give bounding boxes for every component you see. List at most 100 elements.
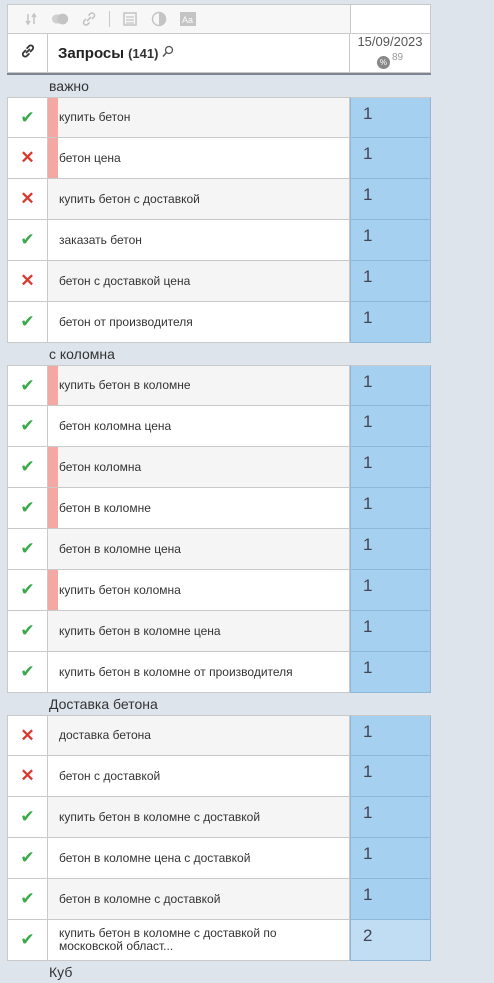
status-cell[interactable]: ✔ [7, 838, 48, 879]
status-cell[interactable]: ✔ [7, 220, 48, 261]
table-row[interactable]: ✔ купить бетон в коломне с доставкой 1 [7, 797, 431, 838]
table-row[interactable]: ✔ заказать бетон 1 [7, 220, 431, 261]
position-cell[interactable]: 1 [350, 365, 431, 406]
keyword-cell[interactable]: доставка бетона [48, 715, 350, 756]
status-cell[interactable]: ✔ [7, 529, 48, 570]
position-cell[interactable]: 1 [350, 488, 431, 529]
position-cell[interactable]: 1 [350, 570, 431, 611]
priority-marker [48, 447, 58, 487]
position-cell[interactable]: 1 [350, 302, 431, 343]
table-row[interactable]: ✔ бетон коломна цена 1 [7, 406, 431, 447]
keyword-cell[interactable]: бетон коломна цена [48, 406, 350, 447]
table-row[interactable]: ✕ бетон с доставкой цена 1 [7, 261, 431, 302]
keyword-cell[interactable]: бетон в коломне цена с доставкой [48, 838, 350, 879]
position-cell[interactable]: 2 [350, 920, 431, 961]
keyword-cell[interactable]: купить бетон в коломне от производителя [48, 652, 350, 693]
contrast-icon[interactable] [150, 10, 168, 28]
keyword-cell[interactable]: купить бетон с доставкой [48, 179, 350, 220]
position-cell[interactable]: 1 [350, 220, 431, 261]
keyword-cell[interactable]: бетон в коломне с доставкой [48, 879, 350, 920]
sort-icon[interactable] [22, 10, 40, 28]
priority-marker [48, 138, 58, 178]
position-cell[interactable]: 1 [350, 838, 431, 879]
date-column-header[interactable]: 15/09/2023 % 89 [350, 33, 431, 73]
table-row[interactable]: ✔ бетон в коломне с доставкой 1 [7, 879, 431, 920]
status-cell[interactable]: ✔ [7, 365, 48, 406]
keyword-cell[interactable]: купить бетон коломна [48, 570, 350, 611]
keyword-text: купить бетон [59, 110, 131, 124]
table-row[interactable]: ✕ бетон цена 1 [7, 138, 431, 179]
keyword-cell[interactable]: бетон с доставкой цена [48, 261, 350, 302]
check-icon: ✔ [20, 580, 35, 599]
status-cell[interactable]: ✔ [7, 488, 48, 529]
position-cell[interactable]: 1 [350, 715, 431, 756]
status-cell[interactable]: ✔ [7, 611, 48, 652]
status-cell[interactable]: ✔ [7, 879, 48, 920]
keyword-cell[interactable]: бетон коломна [48, 447, 350, 488]
link-column-header[interactable] [7, 33, 48, 73]
status-cell[interactable]: ✔ [7, 447, 48, 488]
list-icon[interactable] [121, 10, 139, 28]
status-cell[interactable]: ✔ [7, 797, 48, 838]
position-cell[interactable]: 1 [350, 179, 431, 220]
table-row[interactable]: ✔ купить бетон в коломне цена 1 [7, 611, 431, 652]
font-icon[interactable]: Aa [179, 10, 197, 28]
search-icon[interactable] [162, 45, 174, 61]
status-cell[interactable]: ✕ [7, 715, 48, 756]
keyword-cell[interactable]: бетон с доставкой [48, 756, 350, 797]
keyword-cell[interactable]: купить бетон в коломне [48, 365, 350, 406]
status-cell[interactable]: ✔ [7, 302, 48, 343]
position-cell[interactable]: 1 [350, 447, 431, 488]
keyword-text: бетон в коломне с доставкой [59, 891, 221, 906]
positions-table: Aa Запросы (141) 15/09/2023 % 89 важно ✔ к… [7, 4, 431, 983]
position-cell[interactable]: 1 [350, 611, 431, 652]
table-row[interactable]: ✔ бетон в коломне цена 1 [7, 529, 431, 570]
position-cell[interactable]: 1 [350, 529, 431, 570]
keyword-cell[interactable]: заказать бетон [48, 220, 350, 261]
status-cell[interactable]: ✔ [7, 97, 48, 138]
position-cell[interactable]: 1 [350, 756, 431, 797]
group-block: ✔ купить бетон 1 ✕ бетон цена 1 ✕ купить бетон … [7, 97, 431, 343]
queries-title: Запросы [58, 44, 125, 62]
keyword-cell[interactable]: бетон от производителя [48, 302, 350, 343]
position-cell[interactable]: 1 [350, 261, 431, 302]
table-row[interactable]: ✔ купить бетон в коломне с доставкой по м… [7, 920, 431, 961]
status-cell[interactable]: ✔ [7, 920, 48, 961]
table-row[interactable]: ✔ купить бетон в коломне от производителя… [7, 652, 431, 693]
table-row[interactable]: ✔ бетон в коломне 1 [7, 488, 431, 529]
table-row[interactable]: ✔ бетон от производителя 1 [7, 302, 431, 343]
date-column-top [350, 4, 431, 33]
keyword-text: купить бетон коломна [59, 582, 181, 597]
table-row[interactable]: ✔ купить бетон 1 [7, 97, 431, 138]
position-cell[interactable]: 1 [350, 652, 431, 693]
status-cell[interactable]: ✕ [7, 179, 48, 220]
table-row[interactable]: ✔ купить бетон коломна 1 [7, 570, 431, 611]
keyword-cell[interactable]: купить бетон [48, 97, 350, 138]
position-cell[interactable]: 1 [350, 879, 431, 920]
status-cell[interactable]: ✕ [7, 756, 48, 797]
table-row[interactable]: ✔ купить бетон в коломне 1 [7, 365, 431, 406]
position-cell[interactable]: 1 [350, 406, 431, 447]
status-cell[interactable]: ✔ [7, 406, 48, 447]
table-row[interactable]: ✔ бетон в коломне цена с доставкой 1 [7, 838, 431, 879]
check-icon: ✔ [20, 889, 35, 908]
position-cell[interactable]: 1 [350, 138, 431, 179]
status-cell[interactable]: ✔ [7, 570, 48, 611]
link-off-icon[interactable] [80, 10, 98, 28]
keyword-cell[interactable]: бетон в коломне цена [48, 529, 350, 570]
table-row[interactable]: ✔ бетон коломна 1 [7, 447, 431, 488]
table-row[interactable]: ✕ купить бетон с доставкой 1 [7, 179, 431, 220]
keyword-cell[interactable]: купить бетон в коломне с доставкой [48, 797, 350, 838]
keyword-cell[interactable]: купить бетон в коломне цена [48, 611, 350, 652]
table-row[interactable]: ✕ бетон с доставкой 1 [7, 756, 431, 797]
keyword-cell[interactable]: купить бетон в коломне с доставкой по мо… [48, 920, 350, 961]
position-cell[interactable]: 1 [350, 797, 431, 838]
status-cell[interactable]: ✕ [7, 138, 48, 179]
status-cell[interactable]: ✔ [7, 652, 48, 693]
position-cell[interactable]: 1 [350, 97, 431, 138]
keyword-cell[interactable]: бетон в коломне [48, 488, 350, 529]
keyword-cell[interactable]: бетон цена [48, 138, 350, 179]
table-row[interactable]: ✕ доставка бетона 1 [7, 715, 431, 756]
status-cell[interactable]: ✕ [7, 261, 48, 302]
toggle-icon[interactable] [51, 10, 69, 28]
